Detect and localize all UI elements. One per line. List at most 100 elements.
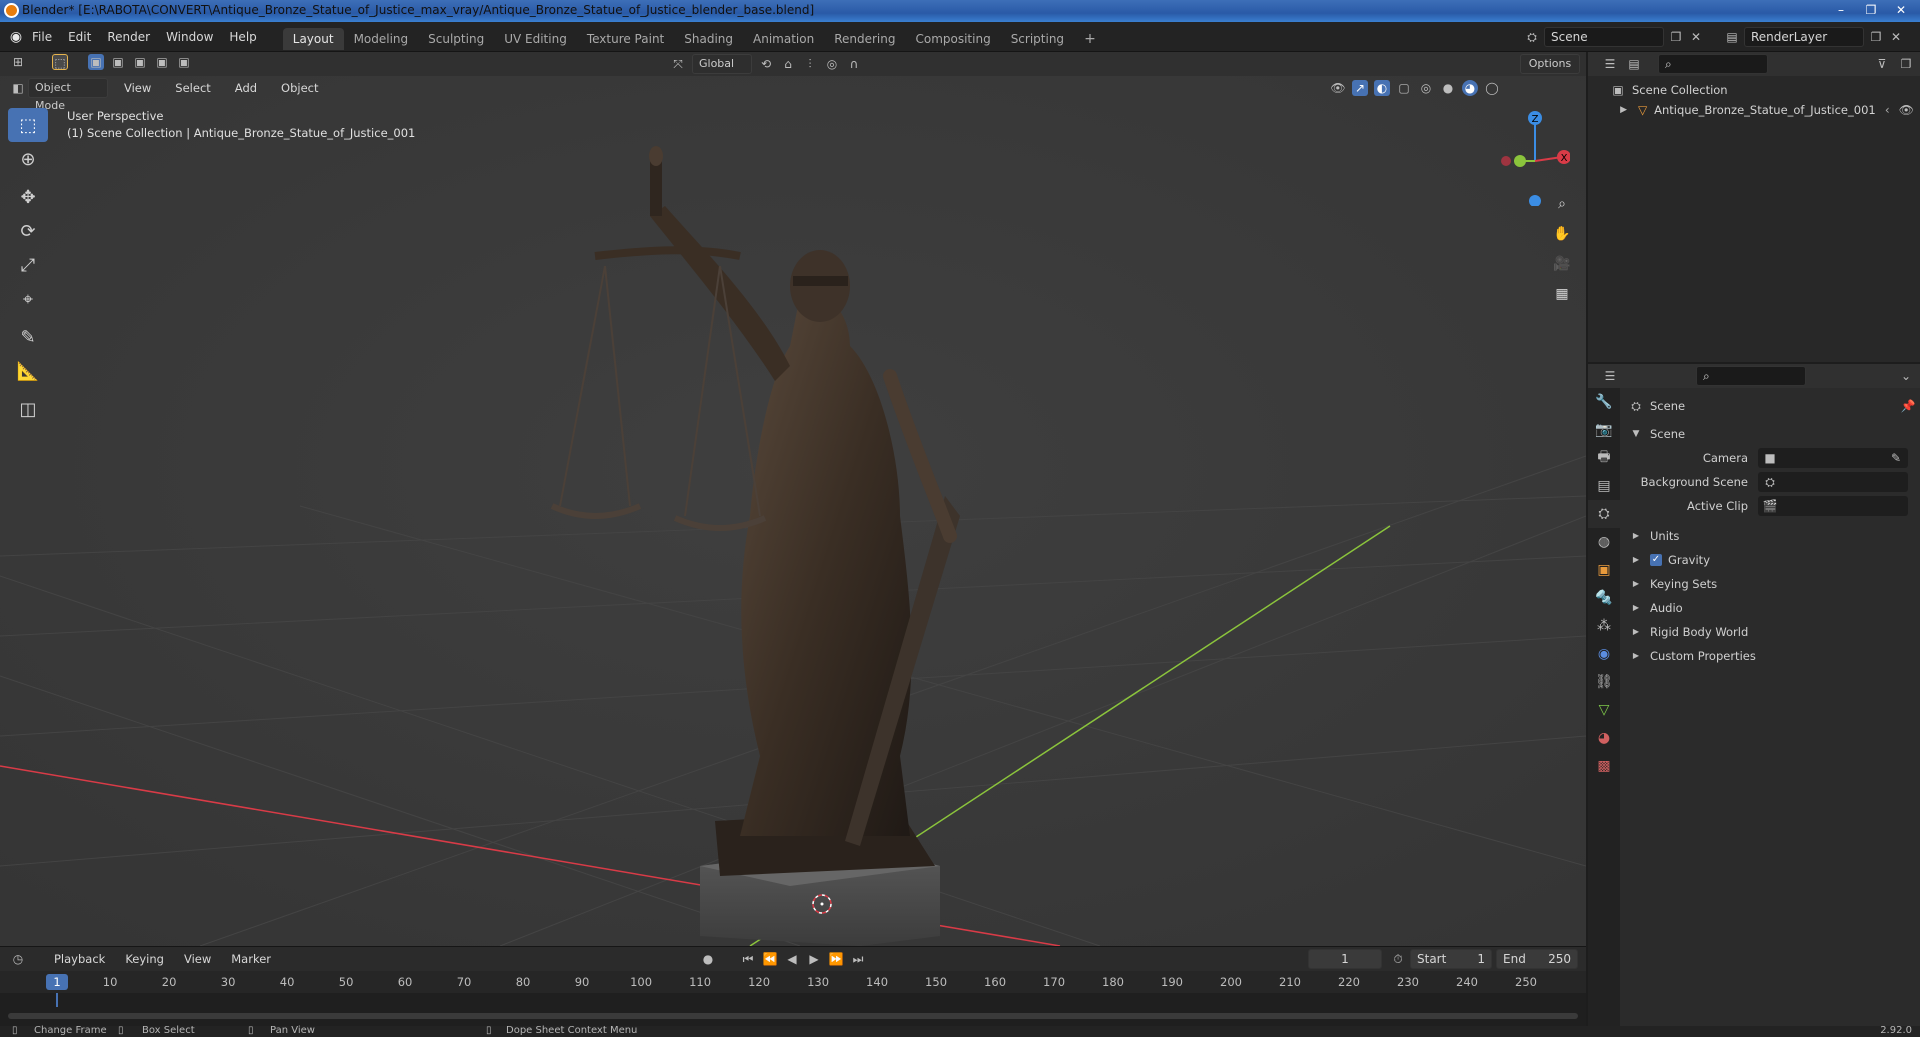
play-icon[interactable]: ▶ bbox=[806, 951, 822, 967]
eyedropper-icon[interactable]: ✎ bbox=[1888, 450, 1904, 466]
select-box-tool-icon[interactable]: ⬚ bbox=[8, 108, 48, 142]
world-tab-icon[interactable]: ◍ bbox=[1588, 528, 1620, 556]
timeline-scrollbar[interactable] bbox=[8, 1013, 1578, 1019]
restrict-icon[interactable]: ‹ bbox=[1880, 102, 1895, 118]
select-mode-new-icon[interactable]: ▣ bbox=[88, 54, 104, 70]
rotate-tool-icon[interactable]: ⟳ bbox=[8, 214, 48, 248]
prev-keyframe-icon[interactable]: ⏪ bbox=[762, 951, 778, 967]
mode-dropdown[interactable]: Object Mode bbox=[28, 78, 108, 112]
tab-shading[interactable]: Shading bbox=[674, 28, 743, 50]
menu-view[interactable]: View bbox=[116, 76, 159, 100]
subpanel-custom-properties[interactable]: ▶ Custom Properties bbox=[1628, 644, 1916, 668]
filter-icon[interactable]: ⊽ bbox=[1874, 56, 1890, 72]
menu-select[interactable]: Select bbox=[167, 76, 218, 100]
pivot-point-icon[interactable]: ⟲ bbox=[758, 56, 774, 72]
eye-visibility-icon[interactable]: 👁 bbox=[1899, 102, 1914, 118]
active-clip-field[interactable]: 🎬 bbox=[1758, 496, 1908, 516]
gizmo-neg-x-axis[interactable] bbox=[1501, 156, 1511, 166]
menu-timeline-view[interactable]: View bbox=[176, 947, 219, 971]
menu-add[interactable]: Add bbox=[227, 76, 265, 100]
wireframe-shading-icon[interactable]: ◎ bbox=[1418, 80, 1434, 96]
render-tab-icon[interactable]: 📷 bbox=[1588, 416, 1620, 444]
snap-icon[interactable]: ⌂ bbox=[780, 56, 796, 72]
menu-keying[interactable]: Keying bbox=[117, 947, 172, 971]
move-tool-icon[interactable]: ✥ bbox=[8, 180, 48, 214]
menu-window[interactable]: Window bbox=[158, 22, 221, 52]
select-mode-extend-icon[interactable]: ▣ bbox=[110, 54, 126, 70]
subpanel-gravity[interactable]: ▶ ✓ Gravity bbox=[1628, 548, 1916, 572]
gizmo-neg-z-axis[interactable] bbox=[1529, 195, 1541, 206]
navigation-gizmo[interactable]: Z X bbox=[1490, 106, 1570, 206]
select-mode-subtract-icon[interactable]: ▣ bbox=[132, 54, 148, 70]
timeline-ruler[interactable]: 1 10 20 30 40 50 60 70 80 90 100 110 120 130 140 150 160… bbox=[0, 971, 1586, 993]
gizmo-y-axis[interactable] bbox=[1514, 155, 1526, 167]
tab-uv-editing[interactable]: UV Editing bbox=[494, 28, 577, 50]
proportional-edit-icon[interactable]: ◎ bbox=[824, 56, 840, 72]
ortho-grid-icon[interactable]: ▦ bbox=[1550, 282, 1574, 306]
jump-end-icon[interactable]: ⏭ bbox=[850, 951, 866, 967]
maximize-button[interactable]: ❐ bbox=[1858, 1, 1884, 19]
add-workspace-button[interactable]: + bbox=[1074, 28, 1106, 50]
measure-tool-icon[interactable]: 📐 bbox=[8, 354, 48, 388]
record-icon[interactable]: ● bbox=[700, 951, 716, 967]
select-tool-icon[interactable]: ⬚ bbox=[52, 54, 68, 70]
view-layer-field[interactable]: RenderLayer bbox=[1744, 27, 1864, 47]
tab-rendering[interactable]: Rendering bbox=[824, 28, 905, 50]
tab-animation[interactable]: Animation bbox=[743, 28, 824, 50]
constraints-tab-icon[interactable]: ⛓ bbox=[1588, 668, 1620, 696]
editor-type-icon[interactable]: ⊞ bbox=[10, 54, 26, 70]
transform-orientation-dropdown[interactable]: Global bbox=[692, 54, 752, 74]
menu-help[interactable]: Help bbox=[221, 22, 264, 52]
scene-panel-header[interactable]: ▼ Scene bbox=[1628, 422, 1916, 446]
scale-tool-icon[interactable]: ⤢ bbox=[8, 248, 48, 282]
minimize-button[interactable]: – bbox=[1828, 1, 1854, 19]
output-tab-icon[interactable]: 🖶 bbox=[1588, 444, 1620, 472]
scene-name-field[interactable]: Scene bbox=[1544, 27, 1664, 47]
select-mode-intersect-icon[interactable]: ▣ bbox=[176, 54, 192, 70]
gravity-checkbox[interactable]: ✓ bbox=[1650, 554, 1662, 566]
physics-tab-icon[interactable]: ◉ bbox=[1588, 640, 1620, 668]
menu-playback[interactable]: Playback bbox=[46, 947, 113, 971]
delete-view-layer-icon[interactable]: ✕ bbox=[1888, 29, 1904, 45]
timeline-editor-icon[interactable]: ◷ bbox=[10, 951, 26, 967]
tab-modeling[interactable]: Modeling bbox=[344, 28, 419, 50]
scene-icon[interactable]: ⛭ bbox=[1524, 29, 1540, 45]
camera-field[interactable]: ■ ✎ bbox=[1758, 448, 1908, 468]
camera-view-icon[interactable]: 🎥 bbox=[1550, 252, 1574, 276]
select-mode-invert-icon[interactable]: ▣ bbox=[154, 54, 170, 70]
close-button[interactable]: ✕ bbox=[1888, 1, 1914, 19]
preview-range-icon[interactable]: ⏱ bbox=[1390, 951, 1406, 967]
timeline-body[interactable] bbox=[0, 993, 1586, 1027]
subpanel-units[interactable]: ▶ Units bbox=[1628, 524, 1916, 548]
play-reverse-icon[interactable]: ◀ bbox=[784, 951, 800, 967]
menu-render[interactable]: Render bbox=[99, 22, 158, 52]
menu-edit[interactable]: Edit bbox=[60, 22, 99, 52]
subpanel-rigid-body-world[interactable]: ▶ Rigid Body World bbox=[1628, 620, 1916, 644]
outliner-root[interactable]: ▣ Scene Collection bbox=[1588, 80, 1920, 100]
next-keyframe-icon[interactable]: ⏩ bbox=[828, 951, 844, 967]
scene-tab-icon[interactable]: ⛭ bbox=[1588, 500, 1620, 528]
viewport-scene[interactable] bbox=[0, 76, 1586, 946]
tab-scripting[interactable]: Scripting bbox=[1001, 28, 1074, 50]
solid-shading-icon[interactable]: ● bbox=[1440, 80, 1456, 96]
falloff-icon[interactable]: ∩ bbox=[846, 56, 862, 72]
rendered-shading-icon[interactable]: ◯ bbox=[1484, 80, 1500, 96]
properties-search-input[interactable]: ⌕ bbox=[1696, 366, 1806, 386]
new-scene-icon[interactable]: ❐ bbox=[1668, 29, 1684, 45]
new-collection-icon[interactable]: ❐ bbox=[1898, 56, 1914, 72]
visibility-icon[interactable]: 👁 bbox=[1330, 80, 1346, 96]
pan-hand-icon[interactable]: ✋ bbox=[1550, 222, 1574, 246]
object-tab-icon[interactable]: ▣ bbox=[1588, 556, 1620, 584]
modifier-tab-icon[interactable]: 🔩 bbox=[1588, 584, 1620, 612]
start-frame-field[interactable]: Start 1 bbox=[1410, 949, 1492, 969]
properties-editor-icon[interactable]: ☰ bbox=[1602, 368, 1618, 384]
gizmo-toggle-icon[interactable]: ↗ bbox=[1352, 80, 1368, 96]
chevron-down-icon[interactable]: ⌄ bbox=[1898, 368, 1914, 384]
snap-target-icon[interactable]: ⫶ bbox=[802, 56, 818, 72]
zoom-icon[interactable]: ⌕ bbox=[1550, 192, 1574, 216]
xray-icon[interactable]: ▢ bbox=[1396, 80, 1412, 96]
outliner-item[interactable]: ▶ ▽ Antique_Bronze_Statue_of_Justice_001… bbox=[1588, 100, 1920, 120]
add-cube-tool-icon[interactable]: ◫ bbox=[8, 392, 48, 426]
tab-compositing[interactable]: Compositing bbox=[905, 28, 1000, 50]
transform-tool-icon[interactable]: ⌖ bbox=[8, 282, 48, 316]
